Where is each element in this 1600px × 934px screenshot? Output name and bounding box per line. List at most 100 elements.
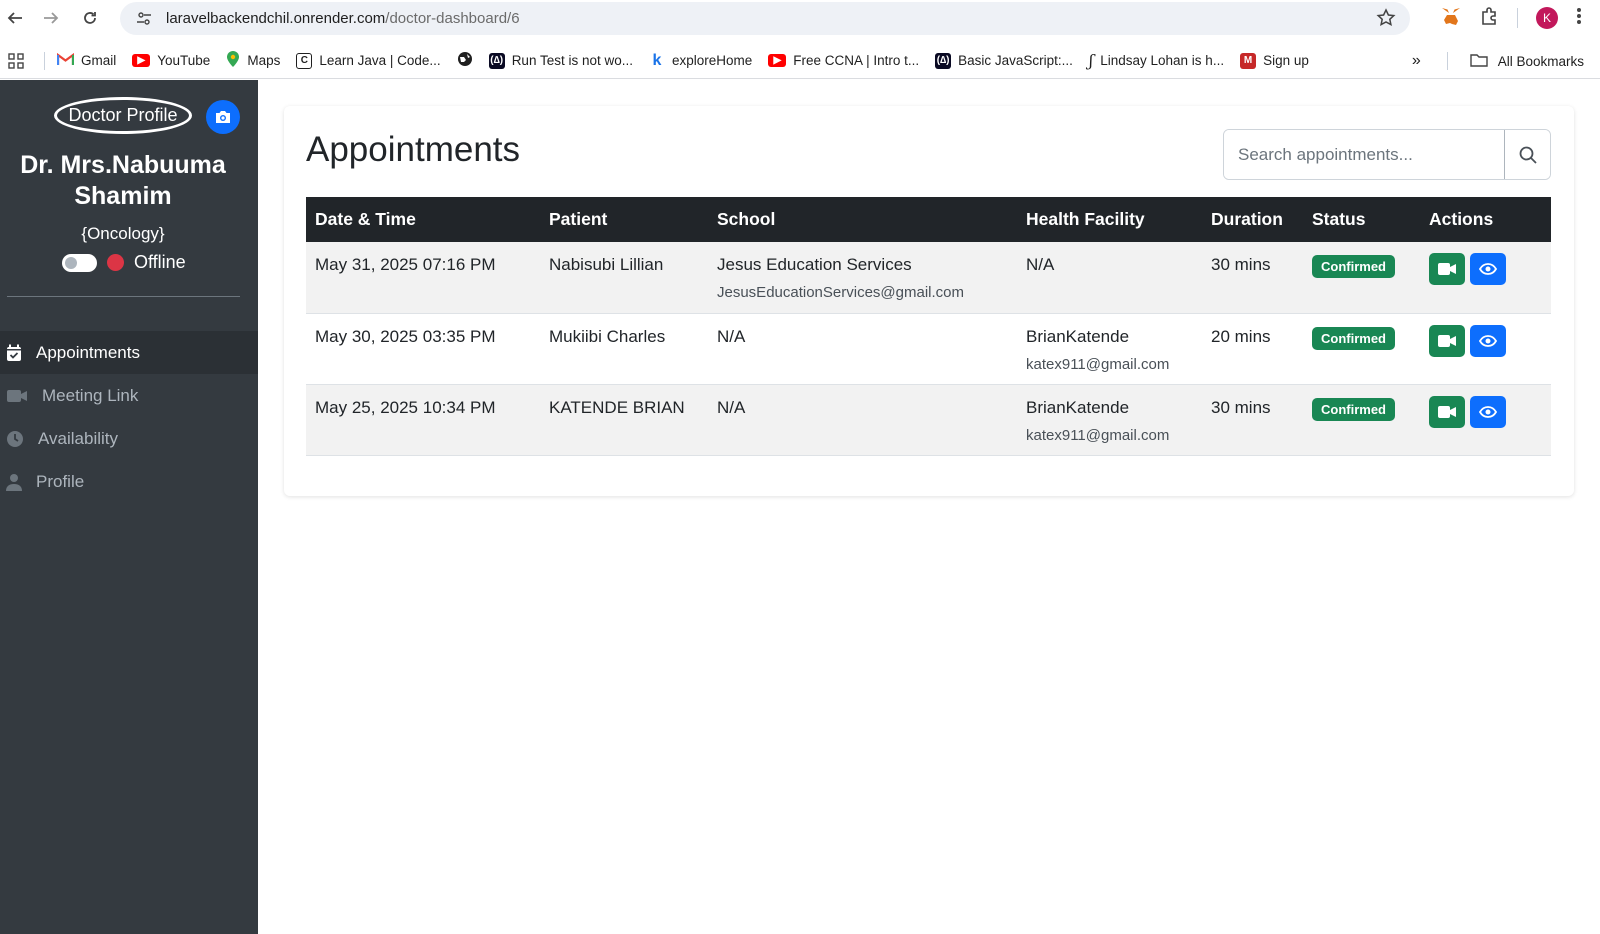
view-appointment-button[interactable] bbox=[1470, 395, 1506, 428]
cell-duration: 30 mins bbox=[1202, 384, 1303, 456]
cell-status: Confirmed bbox=[1303, 384, 1420, 456]
search-button[interactable] bbox=[1504, 130, 1550, 179]
metamask-icon[interactable] bbox=[1441, 7, 1461, 30]
view-appointment-button[interactable] bbox=[1470, 324, 1506, 357]
extensions-icon[interactable] bbox=[1479, 6, 1499, 31]
back-button[interactable] bbox=[0, 3, 30, 33]
bookmark-label: Sign up bbox=[1263, 53, 1309, 68]
url-path: /doctor-dashboard/6 bbox=[385, 10, 520, 27]
bookmarks-separator bbox=[1446, 52, 1448, 70]
sidebar: Doctor Profile Dr. Mrs.Nabuuma Shamim {O… bbox=[0, 80, 258, 934]
bookmarks-separator bbox=[44, 51, 45, 70]
table-header-row: Date & Time Patient School Health Facili… bbox=[306, 197, 1551, 242]
sidebar-item-availability[interactable]: Availability bbox=[0, 417, 258, 460]
bookmark-gmail[interactable]: Gmail bbox=[56, 52, 116, 69]
bookmark-learn-java[interactable]: C Learn Java | Code... bbox=[296, 52, 441, 69]
school-name: Jesus Education Services bbox=[717, 255, 912, 274]
facility-name: N/A bbox=[1026, 255, 1055, 274]
youtube-icon: ▶ bbox=[768, 54, 787, 67]
bookmark-maps[interactable]: Maps bbox=[226, 50, 280, 71]
sidebar-item-appointments[interactable]: Appointments bbox=[0, 331, 258, 374]
chevron-double-right-icon[interactable]: » bbox=[1412, 52, 1421, 70]
status-toggle[interactable] bbox=[62, 253, 97, 272]
column-header[interactable]: School bbox=[708, 197, 1017, 242]
bookmark-label: Run Test is not wo... bbox=[511, 53, 633, 68]
cell-patient: Mukiibi Charles bbox=[540, 313, 708, 385]
column-header[interactable]: Health Facility bbox=[1017, 197, 1202, 242]
folder-icon[interactable] bbox=[1470, 53, 1488, 70]
facility-email: katex911@gmail.com bbox=[1026, 355, 1170, 373]
arrow-right-icon bbox=[44, 12, 59, 24]
forward-button[interactable] bbox=[36, 3, 66, 33]
bookmark-lindsay[interactable]: ʃ Lindsay Lohan is h... bbox=[1089, 51, 1224, 70]
school-email: JesusEducationServices@gmail.com bbox=[717, 284, 964, 301]
menu-kebab-icon[interactable] bbox=[1576, 7, 1582, 30]
reload-icon bbox=[84, 12, 96, 24]
profile-image-alt-text: Doctor Profile bbox=[68, 105, 178, 125]
video-icon bbox=[7, 389, 27, 402]
youtube-icon: ▶ bbox=[132, 54, 151, 67]
status-label: Offline bbox=[134, 252, 186, 272]
bookmark-basic-javascript[interactable]: (∆) Basic JavaScript:... bbox=[935, 52, 1073, 69]
sidebar-item-profile[interactable]: Profile bbox=[0, 460, 258, 503]
camera-icon bbox=[216, 111, 230, 123]
sidebar-item-meeting-link[interactable]: Meeting Link bbox=[0, 374, 258, 417]
column-header[interactable]: Date & Time bbox=[306, 197, 540, 242]
start-video-call-button[interactable] bbox=[1429, 395, 1465, 428]
reload-button[interactable] bbox=[75, 3, 105, 33]
search-group bbox=[1223, 129, 1551, 180]
column-header[interactable]: Duration bbox=[1202, 197, 1303, 242]
start-video-call-button[interactable] bbox=[1429, 253, 1465, 285]
search-input[interactable] bbox=[1224, 130, 1504, 179]
cell-facility: BrianKatende katex911@gmail.com bbox=[1017, 384, 1202, 456]
bookmark-run-test[interactable]: (∆) Run Test is not wo... bbox=[488, 52, 633, 69]
column-header[interactable]: Actions bbox=[1420, 197, 1551, 242]
bookmark-globe[interactable] bbox=[457, 51, 473, 70]
bookmark-star-icon[interactable] bbox=[1376, 8, 1396, 33]
table-row: May 30, 2025 03:35 PM Mukiibi Charles N/… bbox=[306, 313, 1551, 385]
offline-dot-icon bbox=[107, 254, 124, 271]
sidebar-divider bbox=[7, 296, 240, 297]
freecodecamp-icon: (∆) bbox=[488, 52, 505, 69]
video-icon bbox=[1438, 405, 1456, 418]
site-settings-icon[interactable] bbox=[134, 9, 154, 29]
k-icon: k bbox=[652, 51, 662, 69]
start-video-call-button[interactable] bbox=[1429, 324, 1465, 357]
medium-icon: ʃ bbox=[1088, 51, 1094, 70]
cell-facility: N/A bbox=[1017, 242, 1202, 314]
bookmark-label: Basic JavaScript:... bbox=[958, 53, 1073, 68]
address-bar[interactable]: laravelbackendchil.onrender.com/doctor-d… bbox=[120, 2, 1410, 35]
url-text: laravelbackendchil.onrender.com/doctor-d… bbox=[166, 10, 520, 27]
column-header[interactable]: Status bbox=[1303, 197, 1420, 242]
user-icon bbox=[6, 473, 22, 491]
cell-school: N/A bbox=[708, 384, 1017, 456]
sidebar-item-label: Profile bbox=[36, 471, 85, 491]
bookmark-label: YouTube bbox=[157, 53, 211, 68]
bookmark-sign-up[interactable]: M Sign up bbox=[1240, 52, 1309, 69]
bookmarks-bar: Gmail ▶ YouTube Maps C Learn Java | Code… bbox=[0, 43, 1600, 79]
cell-duration: 30 mins bbox=[1202, 242, 1303, 314]
availability-status: Offline bbox=[62, 252, 186, 273]
profile-avatar[interactable]: K bbox=[1536, 7, 1558, 29]
calendar-check-icon bbox=[7, 344, 21, 361]
m-icon: M bbox=[1240, 52, 1257, 69]
view-appointment-button[interactable] bbox=[1470, 253, 1506, 285]
school-name: N/A bbox=[717, 397, 746, 417]
bookmark-free-ccna[interactable]: ▶ Free CCNA | Intro t... bbox=[768, 53, 919, 68]
url-host: laravelbackendchil.onrender.com bbox=[166, 10, 386, 27]
facility-email: katex911@gmail.com bbox=[1026, 426, 1170, 444]
toolbar-separator bbox=[1517, 8, 1518, 28]
column-header[interactable]: Patient bbox=[540, 197, 708, 242]
cell-datetime: May 30, 2025 03:35 PM bbox=[306, 313, 540, 385]
appointments-table: Date & Time Patient School Health Facili… bbox=[306, 197, 1551, 456]
bookmark-explore-home[interactable]: k exploreHome bbox=[649, 51, 753, 69]
all-bookmarks-link[interactable]: All Bookmarks bbox=[1498, 54, 1584, 69]
bookmark-youtube[interactable]: ▶ YouTube bbox=[132, 53, 210, 68]
appointments-card: Appointments Date & Time Patient School … bbox=[284, 106, 1574, 496]
doctor-specialty: {Oncology} bbox=[81, 224, 165, 243]
apps-grid-icon[interactable] bbox=[8, 52, 24, 69]
eye-icon bbox=[1479, 263, 1497, 275]
cell-actions bbox=[1420, 384, 1551, 456]
upload-photo-button[interactable] bbox=[206, 100, 240, 134]
facility-name: BrianKatende bbox=[1026, 397, 1130, 417]
